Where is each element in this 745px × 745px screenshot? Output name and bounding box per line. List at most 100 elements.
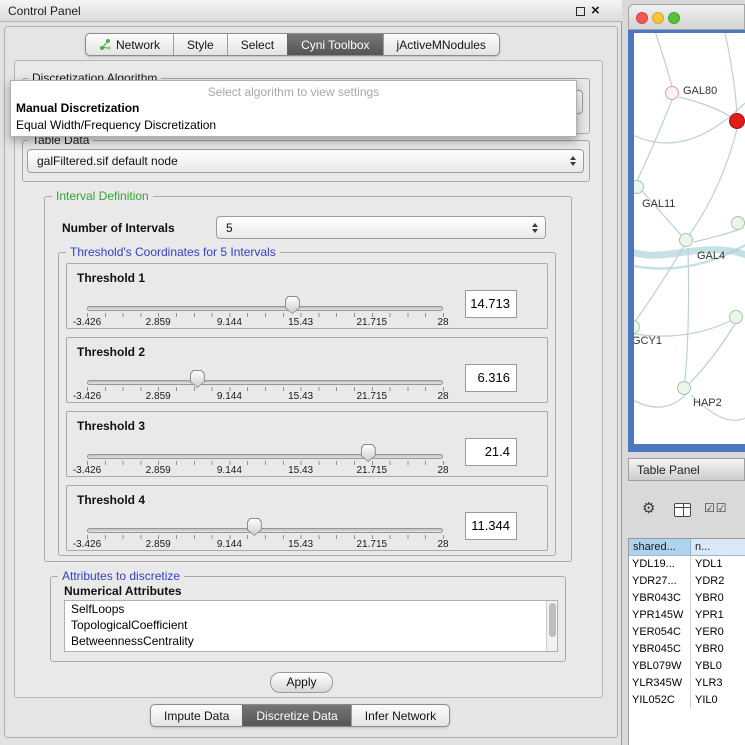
table-row[interactable]: YER054CYER0 <box>629 624 745 641</box>
table-panel-titlebar: Table Panel <box>628 458 745 481</box>
tick-label: 21.715 <box>357 317 388 328</box>
gear-icon[interactable]: ⚙ <box>642 499 655 517</box>
column-header-name[interactable]: n... <box>691 539 745 556</box>
columns-icon[interactable] <box>674 503 691 517</box>
apply-button[interactable]: Apply <box>270 672 333 693</box>
tab-impute-data[interactable]: Impute Data <box>151 705 242 726</box>
tab-infer-network[interactable]: Infer Network <box>351 705 449 726</box>
attribute-list-item[interactable]: TopologicalCoefficient <box>65 617 557 633</box>
threshold-value-field[interactable]: 11.344 <box>465 512 517 540</box>
network-window: GAL80 GAL11 GAL4 GCY1 HAP2 <box>628 4 745 452</box>
table-cell: YBR0 <box>691 641 745 658</box>
minimize-traffic-light[interactable] <box>652 12 664 24</box>
network-view-frame: GAL80 GAL11 GAL4 GCY1 HAP2 <box>628 30 745 452</box>
tick-label: 15.43 <box>288 391 313 402</box>
slider-track[interactable] <box>87 454 443 459</box>
threshold-value-field[interactable]: 14.713 <box>465 290 517 318</box>
slider-tick-labels: -3.4262.8599.14415.4321.71528 <box>87 465 443 477</box>
table-cell: YLR3 <box>691 675 745 692</box>
table-row[interactable]: YLR345WYLR3 <box>629 675 745 692</box>
network-node[interactable] <box>665 86 679 100</box>
attributes-scrollbar[interactable] <box>546 601 557 651</box>
zoom-traffic-light[interactable] <box>668 12 680 24</box>
spinner-arrows-icon <box>532 223 538 233</box>
table-cell: YBR043C <box>629 590 691 607</box>
tab-label: Network <box>116 38 160 52</box>
tab-jactivemodules[interactable]: jActiveMNodules <box>383 34 499 55</box>
threshold-label: Threshold 3 <box>77 419 145 433</box>
tick-label: 9.144 <box>217 465 242 476</box>
table-row[interactable]: YBL079WYBL0 <box>629 658 745 675</box>
tab-cyni-toolbox[interactable]: Cyni Toolbox <box>287 34 382 55</box>
table-row[interactable]: YBR043CYBR0 <box>629 590 745 607</box>
column-header-shared-name[interactable]: shared... <box>629 539 691 556</box>
dropdown-option-manual-discretization[interactable]: Manual Discretization <box>14 101 139 115</box>
tick-label: 2.859 <box>146 317 171 328</box>
slider-thumb[interactable] <box>190 370 205 388</box>
table-cell: YBL079W <box>629 658 691 675</box>
tab-label: jActiveMNodules <box>397 38 486 52</box>
attribute-list-item[interactable]: SelfLoops <box>65 601 557 617</box>
tick-label: 9.144 <box>217 317 242 328</box>
network-node-selected[interactable] <box>729 113 745 129</box>
slider-tick-labels: -3.4262.8599.14415.4321.71528 <box>87 539 443 551</box>
slider-track[interactable] <box>87 528 443 533</box>
network-node[interactable] <box>729 310 743 324</box>
table-cell: YDL19... <box>629 556 691 573</box>
table-row[interactable]: YDL19...YDL1 <box>629 556 745 573</box>
tick-label: 15.43 <box>288 317 313 328</box>
close-traffic-light[interactable] <box>636 12 648 24</box>
tick-label: -3.426 <box>73 317 101 328</box>
network-node[interactable] <box>731 216 745 230</box>
spinner-arrows-icon <box>570 156 576 166</box>
number-of-intervals-value: 5 <box>226 221 233 235</box>
tick-label: 15.43 <box>288 539 313 550</box>
tick-label: 28 <box>437 391 448 402</box>
attribute-list-item[interactable]: BetweennessCentrality <box>65 633 557 649</box>
network-window-titlebar <box>628 4 745 30</box>
tab-network[interactable]: Network <box>86 34 173 55</box>
network-canvas[interactable]: GAL80 GAL11 GAL4 GCY1 HAP2 <box>634 33 745 444</box>
table-row[interactable]: YPR145WYPR1 <box>629 607 745 624</box>
table-data-select[interactable]: galFiltered.sif default node <box>27 149 584 173</box>
threshold-value-field[interactable]: 21.4 <box>465 438 517 466</box>
float-window-icon[interactable] <box>576 7 585 16</box>
threshold-coordinates-group-title: Threshold's Coordinates for 5 Intervals <box>66 245 280 259</box>
numerical-attributes-list: SelfLoopsTopologicalCoefficientBetweenne… <box>64 600 558 652</box>
slider-thumb[interactable] <box>247 518 262 536</box>
tab-select[interactable]: Select <box>227 34 287 55</box>
table-cell: YIL0 <box>691 692 745 709</box>
network-node[interactable] <box>677 381 691 395</box>
table-cell: YLR345W <box>629 675 691 692</box>
tab-discretize-data[interactable]: Discretize Data <box>242 705 350 726</box>
slider-track[interactable] <box>87 380 443 385</box>
dropdown-option-equal-width-frequency[interactable]: Equal Width/Frequency Discretization <box>14 118 216 132</box>
table-row[interactable]: YDR27...YDR2 <box>629 573 745 590</box>
tab-style[interactable]: Style <box>173 34 227 55</box>
slider-thumb[interactable] <box>285 296 300 314</box>
table-row[interactable]: YIL052CYIL0 <box>629 692 745 709</box>
slider-track[interactable] <box>87 306 443 311</box>
algorithm-dropdown-popup: Select algorithm to view settings Manual… <box>10 80 577 137</box>
threshold-value-field[interactable]: 6.316 <box>465 364 517 392</box>
right-panel: GAL80 GAL11 GAL4 GCY1 HAP2 Table Panel ⚙… <box>622 0 745 745</box>
number-of-intervals-label: Number of Intervals <box>62 221 175 235</box>
node-label: GAL11 <box>642 198 675 210</box>
select-columns-checkboxes-icon[interactable]: ☑☑ <box>704 501 728 515</box>
tick-label: 9.144 <box>217 539 242 550</box>
network-node[interactable] <box>679 233 693 247</box>
attributes-group-title: Attributes to discretize <box>58 569 184 583</box>
threshold-4-panel: Threshold 4 11.344 -3.4262.8599.14415.43… <box>66 485 548 551</box>
tick-label: 2.859 <box>146 465 171 476</box>
close-icon[interactable]: × <box>591 2 600 20</box>
node-label: GAL4 <box>697 250 725 262</box>
tick-label: 21.715 <box>357 465 388 476</box>
scrollbar-thumb[interactable] <box>549 603 556 637</box>
table-cell: YDL1 <box>691 556 745 573</box>
table-row[interactable]: YBR045CYBR0 <box>629 641 745 658</box>
slider-thumb[interactable] <box>361 444 376 462</box>
table-cell: YDR27... <box>629 573 691 590</box>
number-of-intervals-select[interactable]: 5 <box>216 216 546 239</box>
tick-label: -3.426 <box>73 539 101 550</box>
table-cell: YBR0 <box>691 590 745 607</box>
